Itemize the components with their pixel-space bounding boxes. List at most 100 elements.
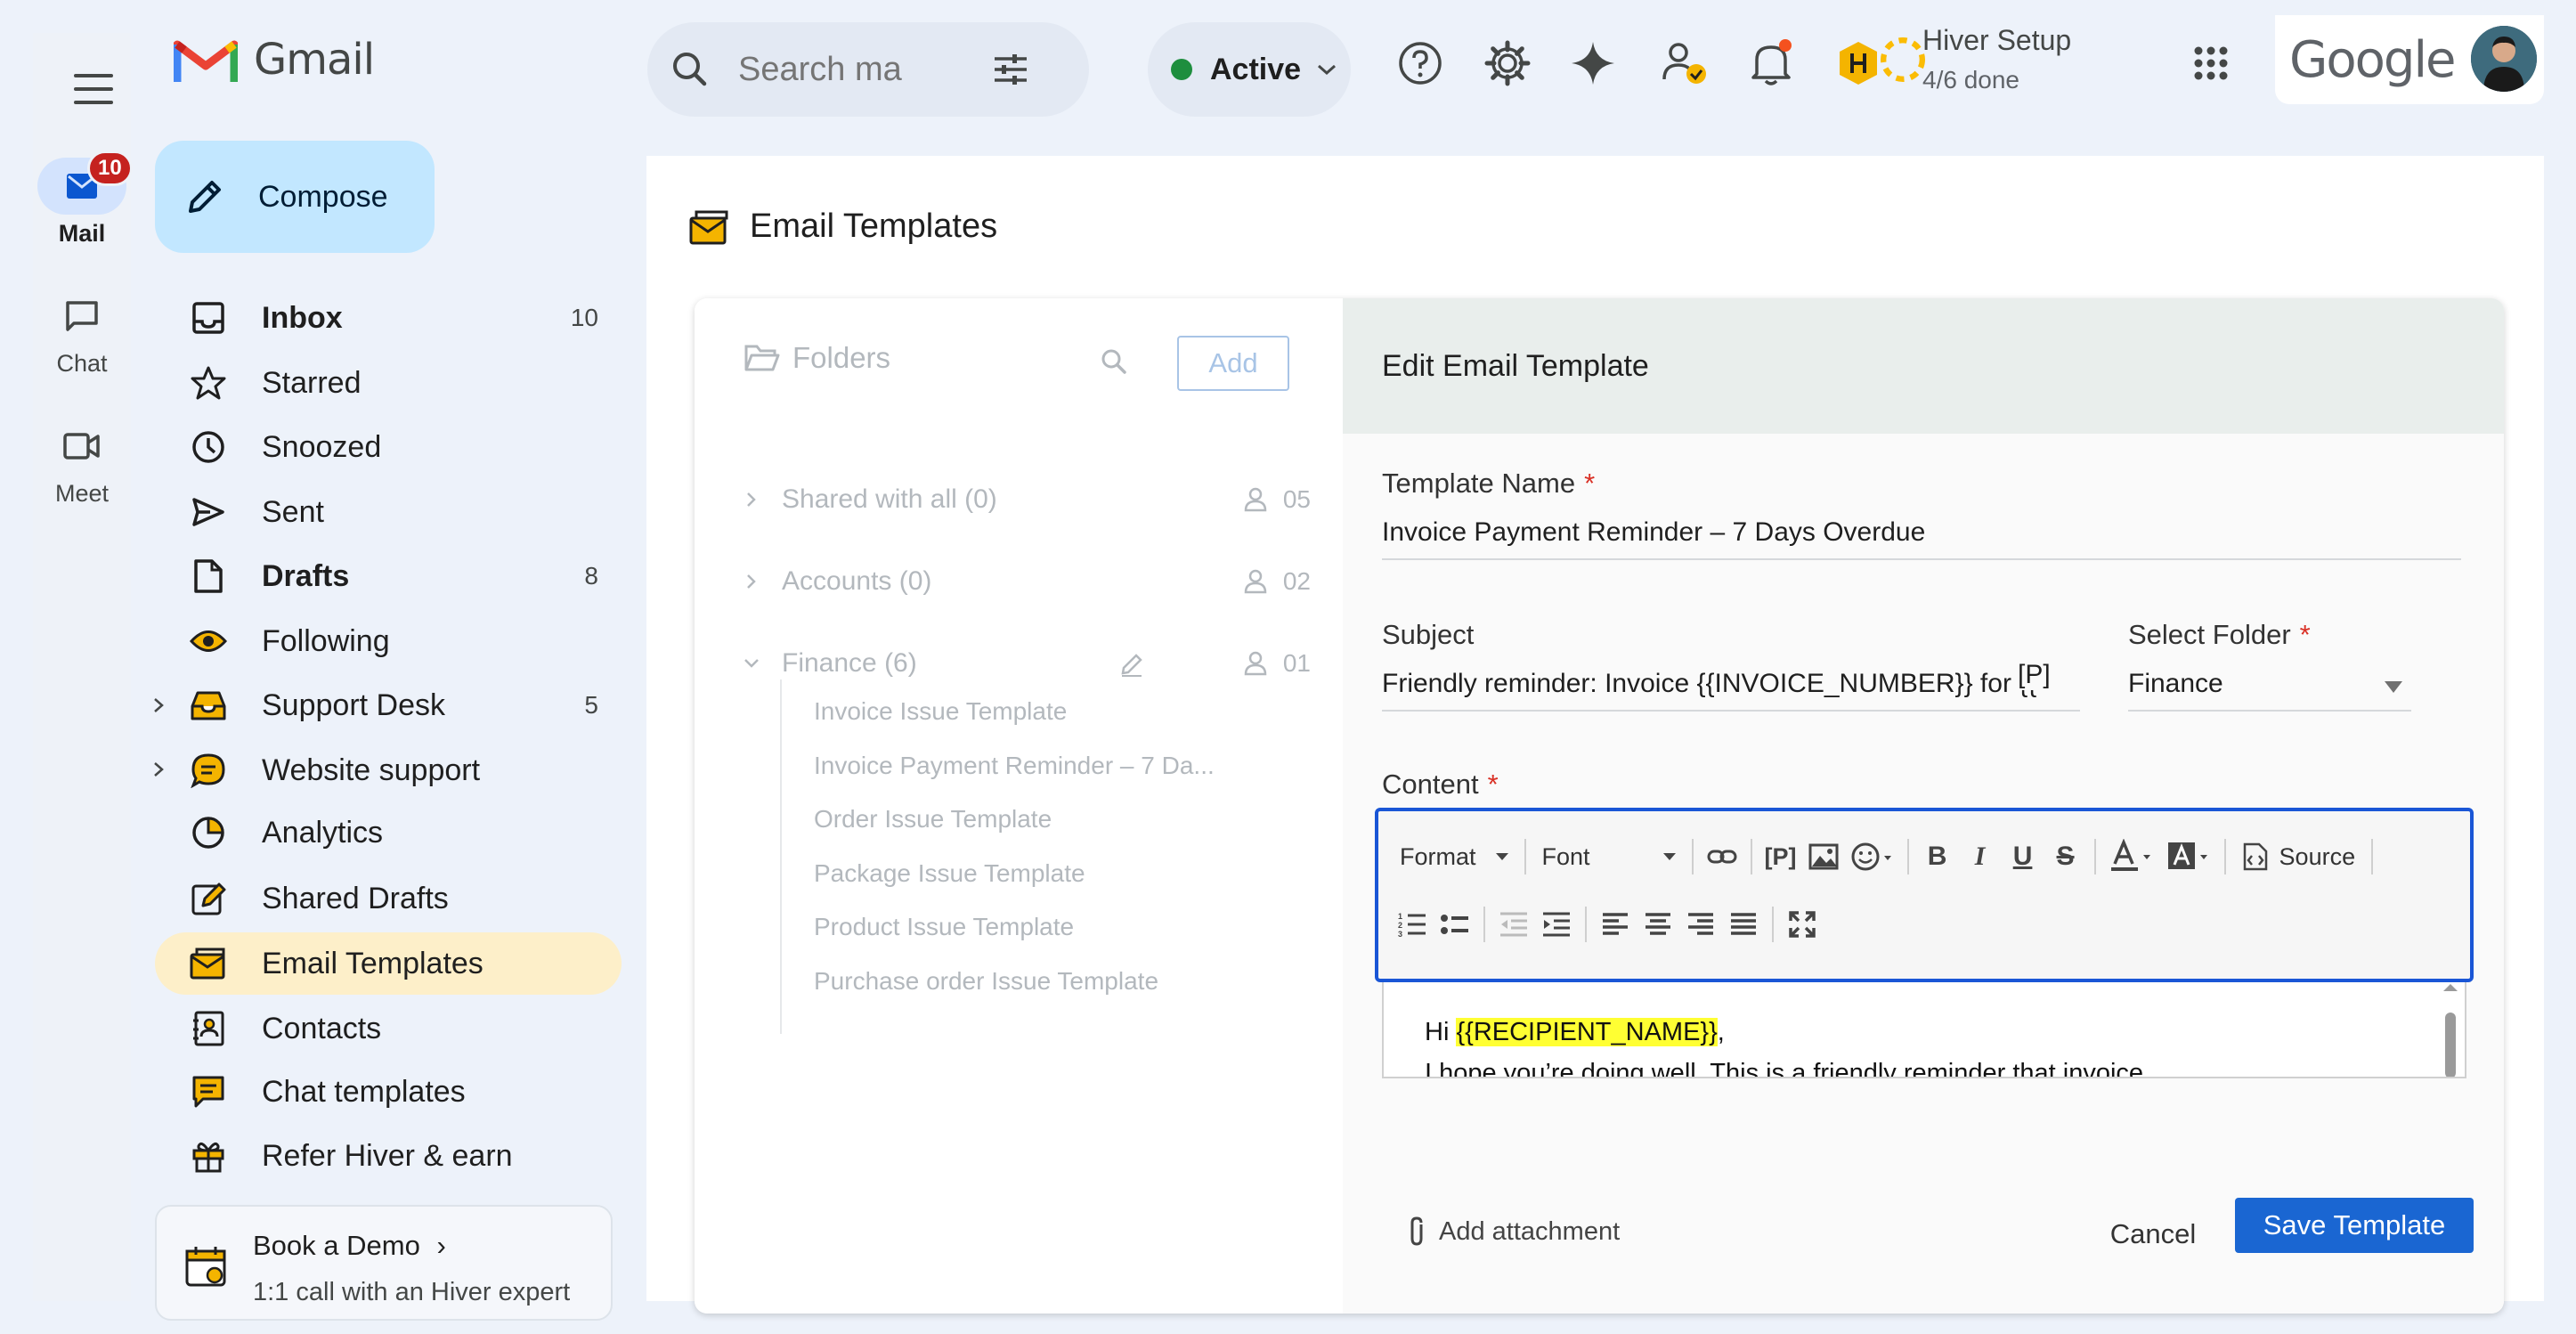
font-dropdown[interactable]: Font bbox=[1533, 843, 1685, 871]
eye-icon bbox=[187, 620, 230, 663]
template-item[interactable]: Package Issue Template bbox=[814, 859, 1085, 888]
template-item[interactable]: Product Issue Template bbox=[814, 913, 1074, 941]
add-attachment-label: Add attachment bbox=[1439, 1216, 1621, 1246]
nav-item-support-desk[interactable]: Support Desk 5 bbox=[155, 674, 622, 736]
template-name-label-text: Template Name bbox=[1382, 468, 1576, 499]
folder-row-accounts[interactable]: Accounts (0) 02 bbox=[741, 557, 1311, 606]
indent-icon[interactable] bbox=[1535, 902, 1578, 947]
text-color-icon[interactable] bbox=[2103, 834, 2160, 879]
compose-button[interactable]: Compose bbox=[155, 141, 435, 253]
folder-select[interactable]: Finance bbox=[2128, 669, 2411, 712]
background-color-icon[interactable] bbox=[2160, 834, 2217, 879]
rail-item-meet[interactable]: Meet bbox=[33, 418, 131, 508]
search-icon[interactable] bbox=[647, 48, 719, 91]
link-icon[interactable] bbox=[1701, 834, 1743, 879]
template-item[interactable]: Order Issue Template bbox=[814, 805, 1052, 834]
greeting-suffix: , bbox=[1717, 1018, 1725, 1046]
google-account-box[interactable]: Google bbox=[2275, 15, 2544, 104]
source-code-icon bbox=[2243, 842, 2267, 871]
nav-label: Drafts bbox=[262, 558, 350, 593]
align-right-icon[interactable] bbox=[1679, 902, 1722, 947]
gmail-logo[interactable]: Gmail bbox=[174, 33, 375, 86]
edit-pencil-icon[interactable] bbox=[1118, 651, 1145, 678]
folder-count: 02 bbox=[1282, 567, 1311, 595]
nav-item-website-support[interactable]: Website support bbox=[155, 739, 622, 801]
chevron-right-icon[interactable] bbox=[741, 571, 762, 592]
apps-grid-icon[interactable] bbox=[2184, 37, 2238, 90]
folder-row-shared-with-all[interactable]: Shared with all (0) 05 bbox=[741, 475, 1311, 525]
source-button[interactable]: Source bbox=[2233, 842, 2365, 872]
emoji-icon[interactable] bbox=[1845, 834, 1900, 879]
maximize-icon[interactable] bbox=[1781, 902, 1824, 947]
gear-icon[interactable] bbox=[1481, 37, 1534, 90]
nav-item-chat-templates[interactable]: Chat templates bbox=[155, 1061, 622, 1123]
hiver-setup-title: Hiver Setup bbox=[1922, 24, 2072, 56]
dropdown-caret-icon[interactable] bbox=[2385, 681, 2402, 693]
image-icon[interactable] bbox=[1802, 834, 1845, 879]
main-panel: Email Templates Folders Add Shared with … bbox=[646, 156, 2544, 1314]
book-demo-card[interactable]: Book a Demo › 1:1 call with an Hiver exp… bbox=[155, 1205, 613, 1321]
cancel-button[interactable]: Cancel bbox=[2091, 1207, 2215, 1262]
editor-scrollbar[interactable] bbox=[2442, 982, 2459, 1078]
chevron-right-icon[interactable] bbox=[741, 489, 762, 510]
demo-title[interactable]: Book a Demo › bbox=[253, 1230, 446, 1262]
nav-item-refer-hiver[interactable]: Refer Hiver & earn bbox=[155, 1125, 622, 1187]
help-icon[interactable] bbox=[1394, 37, 1447, 90]
add-attachment-button[interactable]: Add attachment bbox=[1405, 1216, 1620, 1248]
nav-label: Chat templates bbox=[262, 1074, 466, 1109]
save-template-button[interactable]: Save Template bbox=[2235, 1198, 2474, 1253]
template-name-input[interactable]: Invoice Payment Reminder – 7 Days Overdu… bbox=[1382, 517, 2461, 560]
nav-item-starred[interactable]: Starred bbox=[155, 352, 622, 414]
bulleted-list-icon[interactable] bbox=[1434, 902, 1476, 947]
format-dropdown[interactable]: Format bbox=[1391, 843, 1517, 871]
gift-icon bbox=[187, 1135, 230, 1177]
nav-item-contacts[interactable]: Contacts bbox=[155, 997, 622, 1060]
main-menu-icon[interactable] bbox=[74, 74, 113, 108]
placeholder-icon[interactable]: [P] bbox=[1759, 834, 1802, 879]
user-status-icon[interactable] bbox=[1659, 37, 1712, 90]
nav-item-drafts[interactable]: Drafts 8 bbox=[155, 545, 622, 607]
bold-icon[interactable]: B bbox=[1916, 834, 1959, 879]
nav-item-snoozed[interactable]: Snoozed bbox=[155, 416, 622, 478]
content-editor[interactable]: Hi {{RECIPIENT_NAME}}, I hope you’re doi… bbox=[1382, 982, 2466, 1078]
chevron-down-icon[interactable] bbox=[741, 653, 762, 674]
subject-input[interactable]: Friendly reminder: Invoice {{INVOICE_NUM… bbox=[1382, 669, 2080, 712]
underline-icon[interactable]: U bbox=[2002, 834, 2044, 879]
italic-icon[interactable]: I bbox=[1959, 834, 2002, 879]
sparkle-icon[interactable] bbox=[1566, 37, 1620, 90]
template-item[interactable]: Invoice Payment Reminder – 7 Da... bbox=[814, 752, 1215, 780]
rail-item-chat[interactable]: Chat bbox=[33, 288, 131, 378]
search-bar[interactable] bbox=[647, 22, 1089, 117]
numbered-list-icon[interactable]: 123 bbox=[1391, 902, 1434, 947]
folder-row-finance[interactable]: Finance (6) 01 bbox=[741, 639, 1311, 688]
search-options-icon[interactable] bbox=[989, 50, 1032, 89]
nav-item-email-templates[interactable]: Email Templates bbox=[155, 932, 622, 995]
nav-item-following[interactable]: Following bbox=[155, 610, 622, 672]
hiver-setup[interactable]: Hiver Setup 4/6 done bbox=[1922, 24, 2071, 94]
nav-item-inbox[interactable]: Inbox 10 bbox=[155, 287, 622, 349]
nav-item-shared-drafts[interactable]: Shared Drafts bbox=[155, 867, 622, 930]
toolbar-row-2: 123 bbox=[1391, 899, 1824, 950]
status-label: Active bbox=[1210, 52, 1302, 86]
rail-item-mail[interactable]: 10 Mail bbox=[33, 150, 133, 248]
content-line-greeting: Hi {{RECIPIENT_NAME}}, bbox=[1425, 1018, 1725, 1047]
align-justify-icon[interactable] bbox=[1722, 902, 1765, 947]
template-item[interactable]: Invoice Issue Template bbox=[814, 697, 1067, 726]
setup-progress-icon[interactable] bbox=[1876, 33, 1930, 86]
add-folder-button[interactable]: Add bbox=[1177, 336, 1289, 391]
align-center-icon[interactable] bbox=[1637, 902, 1679, 947]
template-item[interactable]: Purchase order Issue Template bbox=[814, 967, 1158, 996]
nav-item-sent[interactable]: Sent bbox=[155, 481, 622, 543]
bell-icon[interactable] bbox=[1744, 37, 1798, 90]
status-dropdown[interactable]: Active bbox=[1148, 22, 1351, 117]
search-input[interactable] bbox=[738, 50, 979, 89]
folder-select-label-text: Select Folder bbox=[2128, 619, 2291, 650]
strikethrough-icon[interactable]: S bbox=[2044, 834, 2087, 879]
mail-icon: 10 bbox=[37, 150, 133, 215]
insert-placeholder-button[interactable]: [P] bbox=[2012, 660, 2056, 690]
avatar[interactable] bbox=[2471, 26, 2537, 92]
align-left-icon[interactable] bbox=[1594, 902, 1637, 947]
nav-item-analytics[interactable]: Analytics bbox=[155, 801, 622, 864]
search-icon[interactable] bbox=[1099, 346, 1129, 377]
outdent-icon[interactable] bbox=[1492, 902, 1535, 947]
